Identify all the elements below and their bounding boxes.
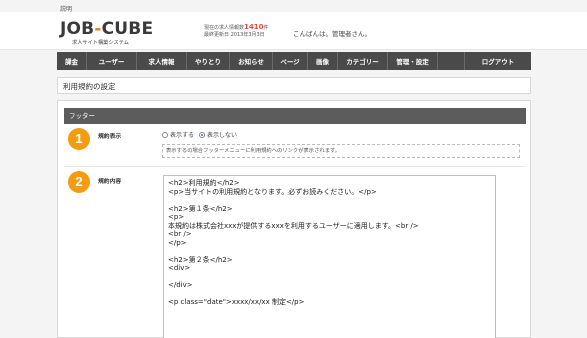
terms-display-label: 規約表示 [98,134,122,140]
job-stats: 現在の求人情報数1410件 最終更新日 2013年3月3日 [204,24,269,39]
panel-header: フッター [64,108,526,124]
editor-line: <h2>第１条</h2> [168,204,233,213]
greeting: こんばんは。管理者さん。 [293,30,371,38]
nav-item-admin-settings[interactable]: 管理・設定 [388,52,438,70]
stats-count: 1410 [244,23,264,31]
editor-line: <h2>第２条</h2> [168,255,233,264]
nav-item-logout[interactable]: ログアウト [465,52,531,70]
nav-item-images[interactable]: 画像 [308,52,338,70]
radio-show-label: 表示する [170,132,195,139]
nav-item-messages[interactable]: やりとり [187,52,230,70]
radio-hide[interactable]: 表示しない [199,130,237,139]
terms-content-label: 規約内容 [98,179,122,185]
main-nav: 課金 ユーザー 求人情報 やりとり お知らせ ページ 画像 カテゴリー 管理・設… [57,52,531,70]
step-badge-1: 1 [68,128,90,150]
radio-show-dot[interactable] [162,131,168,138]
editor-line: <p> [168,213,185,221]
page-title-box: 利用規約の設定 [57,77,531,94]
editor-line: <div> [168,264,191,272]
stats-updated: 最終更新日 2013年3月3日 [204,32,265,38]
editor-line: <p class="date">xxxx/xx/xx 制定</p> [168,298,305,306]
stats-prefix: 現在の求人情報数 [204,25,245,31]
nav-item-billing[interactable]: 課金 [57,52,87,70]
logo-main: JOB [60,19,95,39]
editor-line: </div> [168,281,193,289]
logo[interactable]: JOB-CUBE [60,19,153,39]
nav-item-pages[interactable]: ページ [273,52,308,70]
nav-item-categories[interactable]: カテゴリー [338,52,388,70]
stats-suffix: 件 [263,25,269,31]
terms-display-row: 1 規約表示 表示する 表示しない 表示するの場合フッターメニューに利用規約への… [64,124,526,167]
terms-content-row: 2 規約内容 <h2>利用規約</h2> <p>当サイトの利用規約となります。必… [64,168,526,338]
terms-display-hint: 表示するの場合フッターメニューに利用規約へのリンクが表示されます。 [162,144,520,158]
logo-cube: CUBE [101,19,154,39]
editor-line: <br /> [168,230,192,238]
logo-subtitle: 求人サイト構築システム [72,40,129,46]
terms-content-textarea[interactable]: <h2>利用規約</h2> <p>当サイトの利用規約となります。必ずお読みくださ… [163,175,496,338]
editor-line: </p> [168,238,187,247]
settings-panel: フッター 1 規約表示 表示する 表示しない 表示するの場合フッターメニューに利… [57,100,531,338]
nav-item-jobs[interactable]: 求人情報 [137,52,187,70]
editor-line: <p>当サイトの利用規約となります。必ずお読みください。</p> [168,187,377,196]
page-title: 利用規約の設定 [63,82,116,91]
nav-item-users[interactable]: ユーザー [87,52,137,70]
nav-item-news[interactable]: お知らせ [230,52,273,70]
editor-line: <h2>利用規約</h2> [168,179,240,187]
nav-spacer [438,52,465,70]
header: JOB-CUBE 求人サイト構築システム 現在の求人情報数1410件 最終更新日… [0,12,587,50]
radio-hide-dot[interactable] [199,131,206,138]
step-badge-2: 2 [68,171,90,193]
terms-display-options: 表示する 表示しない [162,130,242,139]
editor-line: 本規約は株式会社xxxが提供するxxxを利用するユーザーに適用します。<br /… [168,221,419,230]
radio-hide-label: 表示しない [207,132,238,139]
logo-dash: - [94,19,102,39]
radio-show[interactable]: 表示する [162,130,194,139]
